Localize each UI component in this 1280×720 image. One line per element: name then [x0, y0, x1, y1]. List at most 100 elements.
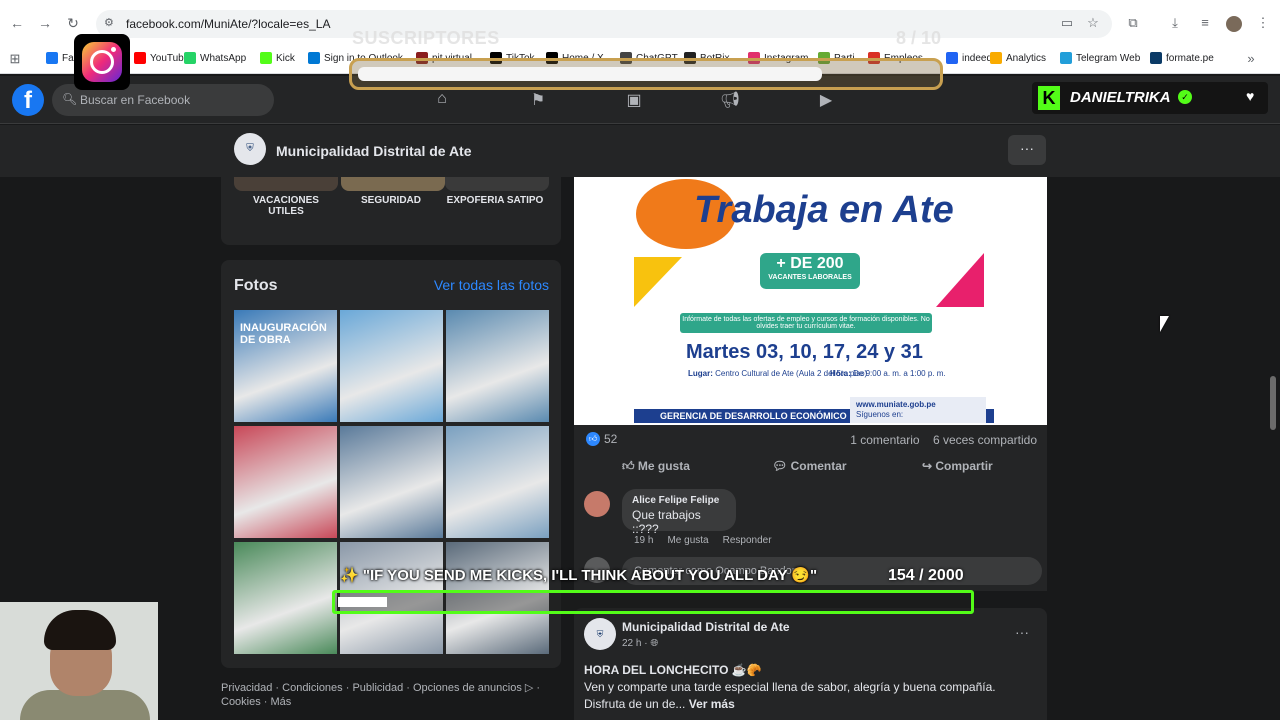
post-headline: HORA DEL LONCHECITO ☕🥐 — [584, 663, 762, 677]
shares-count[interactable]: 6 veces compartido — [933, 433, 1037, 447]
time-label: Hora: — [830, 369, 851, 378]
search-placeholder: Buscar en Facebook — [80, 93, 191, 107]
bookmark-item[interactable]: formate.pe — [1150, 52, 1214, 64]
see-all-photos-link[interactable]: Ver todas las fotos — [434, 277, 549, 293]
post-author[interactable]: Municipalidad Distrital de Ate — [622, 620, 790, 634]
forward-icon[interactable]: → — [36, 14, 54, 32]
media-icon[interactable]: ≡ — [1196, 14, 1214, 32]
photos-title: Fotos — [234, 277, 278, 294]
video-icon[interactable]: ▶ — [815, 90, 837, 112]
comment-button[interactable]: 💬︎ Comentar — [772, 459, 847, 473]
verified-icon: ✓ — [1178, 90, 1192, 104]
extensions-icon[interactable]: ⧉ — [1124, 14, 1142, 32]
apps-grid-icon[interactable]: ⊞ — [6, 50, 24, 68]
photo-thumbnail[interactable] — [446, 310, 549, 422]
location-label: Lugar: — [688, 369, 713, 378]
bookmark-favicon-icon — [946, 52, 958, 64]
bookmark-item[interactable]: Analytics — [990, 52, 1046, 64]
pink-triangle — [936, 253, 984, 307]
post-time[interactable]: 22 h · 🌐︎ — [622, 638, 658, 649]
post-more-icon[interactable]: ··· — [1015, 624, 1029, 640]
highlight-thumbnail[interactable] — [234, 177, 338, 191]
bookmark-favicon-icon — [1150, 52, 1162, 64]
like-button[interactable]: 👍︎ Me gusta — [622, 459, 690, 474]
kicks-goal-count: 154 / 2000 — [888, 567, 964, 584]
instagram-icon — [82, 42, 122, 82]
photo-thumbnail[interactable] — [234, 542, 337, 654]
bookmark-star-icon[interactable]: ☆ — [1084, 14, 1102, 32]
comment-like-link[interactable]: Me gusta — [667, 535, 708, 546]
page-avatar[interactable]: ⛨ — [234, 133, 266, 165]
share-button[interactable]: ↪ Compartir — [922, 459, 993, 473]
bookmark-label: Telegram Web — [1076, 52, 1141, 64]
back-icon[interactable]: ← — [8, 14, 26, 32]
photo-thumbnail[interactable]: INAUGURACIÓN DE OBRA — [234, 310, 337, 422]
facebook-logo[interactable]: f — [12, 84, 44, 116]
bookmark-item[interactable]: YouTube — [134, 52, 189, 64]
subscribers-label: SUSCRIPTORES — [352, 28, 500, 48]
highlight-label[interactable]: VACACIONES UTILES — [234, 195, 338, 217]
search-icon: 🔍︎ — [62, 92, 78, 106]
commenter-avatar[interactable] — [584, 491, 610, 517]
page-title[interactable]: Municipalidad Distrital de Ate — [276, 143, 472, 159]
photo-thumbnail[interactable] — [340, 426, 443, 538]
comment-meta: 19 h Me gusta Responder — [634, 535, 772, 546]
comment-label: Comentar — [790, 459, 847, 473]
comments-count[interactable]: 1 comentario — [850, 433, 919, 447]
photo-thumbnail[interactable] — [234, 426, 337, 538]
profile-avatar[interactable] — [1226, 16, 1242, 32]
kick-channel-overlay: K DANIELTRIKA ✓ ♥ — [1032, 82, 1268, 114]
highlight-thumbnail[interactable] — [445, 177, 549, 191]
post-time-text: 22 h · — [622, 638, 648, 649]
bookmark-favicon-icon — [1060, 52, 1072, 64]
post-actions: 👍︎ Me gusta 💬︎ Comentar ↪ Compartir — [574, 455, 1047, 479]
subscribers-goal-bar — [349, 58, 943, 90]
page-scrollbar[interactable] — [1270, 376, 1276, 430]
bookmark-item[interactable]: WhatsApp — [184, 52, 246, 64]
bookmark-item[interactable]: Kick — [260, 52, 295, 64]
flyer-title: Trabaja en Ate — [694, 189, 954, 231]
photo-thumbnail[interactable] — [446, 426, 549, 538]
comment-item: Alice Felipe Felipe Que trabajos ::??? 1… — [584, 489, 1044, 549]
follow-text: Síguenos en: — [856, 410, 904, 419]
home-icon[interactable]: ⌂ — [431, 90, 453, 112]
url-text: facebook.com/MuniAte/?locale=es_LA — [126, 17, 331, 31]
comment-author[interactable]: Alice Felipe Felipe — [632, 495, 726, 506]
highlight-label[interactable]: SEGURIDAD — [339, 195, 443, 206]
bookmark-label: WhatsApp — [200, 52, 247, 64]
photo-caption: INAUGURACIÓN DE OBRA — [240, 322, 327, 346]
comment-reply-link[interactable]: Responder — [723, 535, 772, 546]
address-bar[interactable]: ⚙ facebook.com/MuniAte/?locale=es_LA — [96, 10, 1112, 38]
like-reaction-icon: 👍︎ — [586, 432, 600, 446]
instagram-overlay — [74, 34, 130, 90]
reactions-summary[interactable]: 👍︎ 52 — [586, 432, 617, 446]
comment-bubble: Alice Felipe Felipe Que trabajos ::??? — [622, 489, 736, 536]
kick-channel-name: DANIELTRIKA — [1070, 89, 1171, 106]
megaphone-icon[interactable]: 📢︎ — [719, 90, 741, 112]
marketplace-icon[interactable]: ▣ — [623, 90, 645, 112]
menu-dots-icon[interactable]: ⋮ — [1254, 14, 1272, 32]
comment-time[interactable]: 19 h — [634, 535, 653, 546]
site-info-icon[interactable]: ⚙ — [104, 16, 120, 32]
more-bookmarks-icon[interactable]: » — [1242, 50, 1260, 68]
reload-icon[interactable]: ↻ — [64, 14, 82, 32]
time-value: De 9:00 a. m. a 1:00 p. m. — [853, 369, 946, 378]
see-more-link[interactable]: Ver más — [689, 697, 735, 711]
highlight-label[interactable]: EXPOFERIA SATIPO — [443, 195, 547, 206]
flag-icon[interactable]: ⚑ — [527, 90, 549, 112]
bookmark-item[interactable]: Fa — [46, 52, 74, 64]
bookmark-favicon-icon — [308, 52, 320, 64]
bookmark-item[interactable]: indeed — [946, 52, 992, 64]
bookmark-item[interactable]: Telegram Web — [1060, 52, 1140, 64]
footer-links[interactable]: Privacidad · Condiciones · Publicidad · … — [221, 681, 561, 709]
photo-thumbnail[interactable] — [340, 310, 443, 422]
instagram-dot — [111, 47, 116, 52]
page-avatar-small[interactable]: ⛨ — [584, 618, 616, 650]
highlight-thumbnail[interactable] — [341, 177, 445, 191]
post-image[interactable]: Trabaja en Ate + DE 200 VACANTES LABORAL… — [574, 177, 1047, 425]
more-options-button[interactable]: ··· — [1008, 135, 1046, 165]
download-icon[interactable]: ⤓ — [1166, 14, 1184, 32]
flyer-website: www.muniate.gob.pe Síguenos en: — [850, 397, 986, 423]
like-label: Me gusta — [637, 459, 690, 473]
cast-icon[interactable]: ▭ — [1058, 14, 1076, 32]
